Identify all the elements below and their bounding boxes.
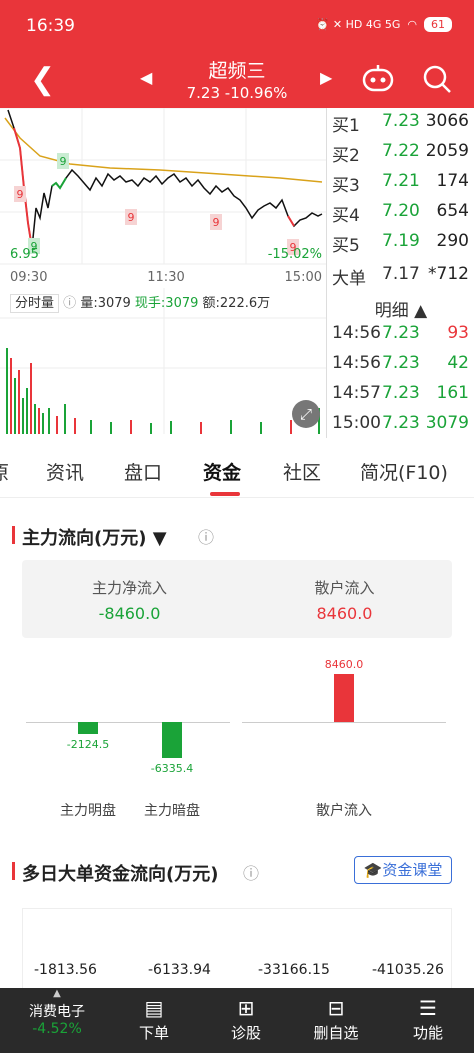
diagnose-icon: ⊞ (237, 996, 255, 1020)
flow-section-title[interactable]: 主力流向(万元) ▼ (12, 524, 167, 550)
bar-category-label: 主力明盘 (60, 803, 116, 819)
big-order-row: 大单 7.17 *712 (332, 264, 469, 289)
fullscreen-icon[interactable]: ⤢ (292, 400, 320, 428)
flow-summary-card: 主力净流入 -8460.0 散户流入 8460.0 (22, 560, 452, 638)
bar-value-label: 8460.0 (324, 658, 364, 671)
menu-circle-icon: ☰ (419, 996, 437, 1020)
robot-icon[interactable] (360, 62, 396, 94)
detail-row: 14:56 7.23 42 (332, 353, 469, 373)
wifi-icon: ◠ (407, 18, 417, 31)
volume-mode-select[interactable]: 分时量 (10, 294, 60, 313)
volume-info: 分时量 ⓘ 量:3079 现手:3079 额:222.6万 (10, 292, 322, 314)
bid-row: 买5 7.19 290 (332, 231, 469, 256)
time-label: 09:30 (10, 270, 47, 285)
net-inflow-label: 主力净流入 (91, 579, 167, 597)
search-icon[interactable] (420, 62, 454, 96)
status-time: 16:39 (26, 16, 75, 36)
low-price-label: 6.95 (10, 247, 39, 262)
tab-news[interactable]: 资讯 (46, 458, 84, 485)
info-icon[interactable]: ⓘ (243, 860, 259, 884)
tab-community[interactable]: 社区 (283, 458, 321, 485)
time-label: 15:00 (285, 270, 322, 285)
stock-name: 超频三 (208, 60, 266, 82)
order-icon: ▤ (144, 996, 164, 1020)
volume-value: 量:3079 (80, 296, 131, 311)
status-bar: 16:39 ⏰ ✕ HD 4G 5G ◠ 61 (0, 0, 474, 50)
bottom-toolbar: ▲ 消费电子 -4.52% ▤ 下单 ⊞ 诊股 ⊟ 删自选 ☰ 功能 (0, 988, 474, 1053)
stock-header: ❮ ◀ 超频三 7.23 -10.96% ▶ (0, 50, 474, 108)
td-marker: 9 (60, 155, 67, 168)
fund-class-button[interactable]: 🎓资金课堂 (354, 856, 452, 884)
tab-orderbook[interactable]: 盘口 (124, 458, 162, 485)
stock-price-change: 7.23 -10.96% (186, 84, 288, 102)
flow-bar-chart: -2124.5 -6335.4 8460.0 主力明盘 主力暗盘 散户流入 (22, 650, 452, 820)
bid-row: 买4 7.20 654 (332, 201, 469, 226)
baseline-right (242, 722, 446, 723)
td-marker: 9 (128, 211, 135, 224)
time-label: 11:30 (147, 270, 184, 285)
amount-value: 额:222.6万 (202, 296, 271, 311)
multi-day-value: -6133.94 (148, 962, 211, 978)
info-icon[interactable]: ⓘ (198, 524, 214, 548)
detail-row: 15:00 7.23 3079 (332, 413, 469, 433)
status-icons: ⏰ ✕ HD 4G 5G ◠ 61 (316, 17, 452, 32)
sector-indicator[interactable]: ▲ 消费电子 -4.52% (14, 988, 100, 1037)
functions-button[interactable]: ☰ 功能 (388, 988, 468, 1043)
bar-category-label: 主力暗盘 (144, 803, 200, 819)
multi-day-title: 多日大单资金流向(万元) (11, 860, 218, 886)
retail-inflow-value: 8460.0 (316, 604, 373, 623)
bid-row: 买1 7.23 3066 (332, 111, 469, 136)
bar-value-label: -6335.4 (150, 761, 194, 775)
graduation-cap-icon: 🎓 (363, 861, 383, 879)
minus-box-icon: ⊟ (327, 996, 345, 1020)
intraday-chart[interactable]: 9 9 9 9 9 9 6.95 -15.02% 09:30 11:30 15:… (0, 107, 326, 438)
bar-main-lit (78, 722, 98, 735)
detail-header[interactable]: 明细 ▲ (327, 296, 474, 322)
bar-value-label: -2124.5 (66, 738, 110, 752)
bar-category-label: 散户流入 (316, 803, 372, 819)
tab-funds[interactable]: 资金 (203, 458, 241, 485)
status-indicators: ⏰ ✕ HD 4G 5G (315, 18, 401, 31)
retail-inflow-label: 散户流入 (314, 579, 375, 597)
detail-row: 14:56 7.23 93 (332, 323, 469, 343)
multi-day-value: -33166.15 (258, 962, 330, 978)
low-change-label: -15.02% (268, 247, 322, 262)
bid-row: 买3 7.21 174 (332, 171, 469, 196)
td-marker: 9 (213, 216, 220, 229)
diagnose-button[interactable]: ⊞ 诊股 (206, 988, 286, 1043)
tab-f10[interactable]: 简况(F10) (360, 458, 448, 485)
multi-day-value: -41035.26 (372, 962, 444, 978)
multi-day-value: -1813.56 (34, 962, 97, 978)
td-marker: 9 (17, 188, 24, 201)
last-volume: 现手:3079 (134, 296, 199, 311)
active-tab-indicator (210, 492, 240, 496)
bar-retail (334, 674, 354, 722)
battery-icon: 61 (424, 17, 452, 32)
next-stock-icon[interactable]: ▶ (320, 68, 332, 87)
tab-partial[interactable]: 原 (0, 458, 9, 485)
order-book: 买1 7.23 3066 买2 7.22 2059 买3 7.21 174 买4 7.20 65… (326, 108, 474, 438)
baseline-left (26, 722, 230, 723)
volume-bars (6, 348, 320, 434)
net-inflow-value: -8460.0 (98, 604, 161, 623)
bar-main-dark (162, 722, 182, 758)
detail-row: 14:57 7.23 161 (332, 383, 469, 403)
remove-watchlist-button[interactable]: ⊟ 删自选 (296, 988, 376, 1043)
detail-tabs: 原 资讯 盘口 资金 社区 简况(F10) (0, 442, 474, 498)
bid-row: 买2 7.22 2059 (332, 141, 469, 166)
order-button[interactable]: ▤ 下单 (114, 988, 194, 1043)
help-icon[interactable]: ⓘ (63, 296, 76, 311)
